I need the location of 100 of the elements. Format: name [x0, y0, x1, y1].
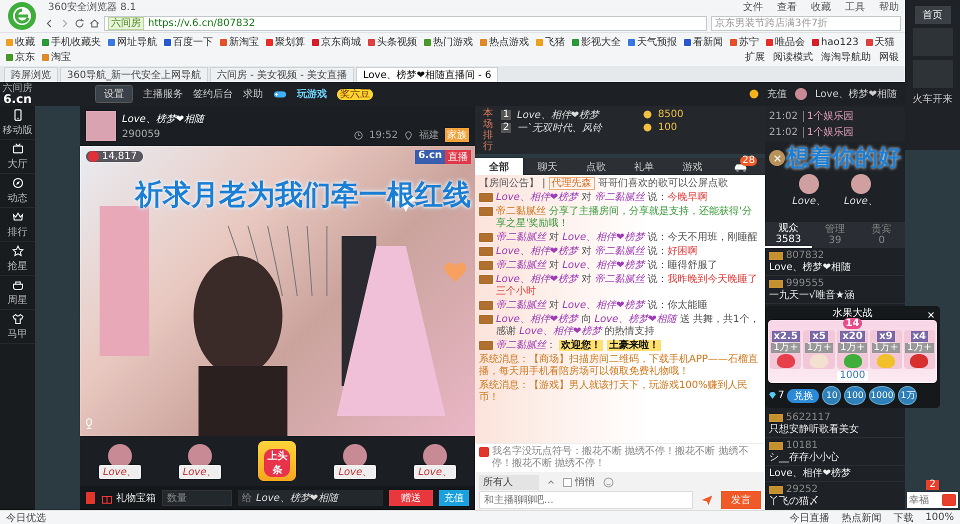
- header-link[interactable]: 签约后台: [193, 87, 233, 101]
- bookmark-item[interactable]: 京东商城: [312, 35, 361, 49]
- bet-slot[interactable]: x5 1万+: [803, 330, 835, 369]
- chip-button[interactable]: 100: [844, 386, 866, 405]
- browser-tab[interactable]: 360导航_新一代安全上网导航: [60, 67, 208, 82]
- sidebar-item[interactable]: 抢星: [0, 242, 35, 276]
- home-button[interactable]: 首页: [914, 6, 950, 24]
- menu-item[interactable]: 文件: [741, 0, 765, 14]
- toolbar-item[interactable]: 海淘导航助: [821, 50, 871, 64]
- sidebar-item[interactable]: 周星: [0, 276, 35, 310]
- bookmark-item[interactable]: 手机收藏夹: [42, 35, 101, 49]
- audience-user-name[interactable]: 丫飞の猫〆: [769, 496, 901, 507]
- send-gift-button[interactable]: 赠送: [389, 490, 433, 506]
- bet-slot[interactable]: x2.5 1万+: [770, 330, 802, 369]
- sidebar-item[interactable]: 排行: [0, 208, 35, 242]
- bookmark-item[interactable]: 看新闻: [684, 35, 723, 49]
- toolbar-item[interactable]: 网银: [879, 50, 899, 64]
- gift-box-button[interactable]: 礼物宝箱: [101, 491, 156, 505]
- bookmark-item[interactable]: 唯品会: [766, 35, 805, 49]
- user-name[interactable]: Love、榜梦❤相随: [815, 87, 897, 101]
- headline-button[interactable]: 上头条: [258, 441, 296, 481]
- site-logo[interactable]: 6.cn: [3, 94, 32, 104]
- menu-item[interactable]: 工具: [843, 0, 867, 14]
- bookmark-item[interactable]: 收藏: [6, 35, 35, 49]
- chip-button[interactable]: 10: [822, 386, 842, 405]
- audience-user-name[interactable]: 只想安静听歌看美女: [769, 424, 901, 435]
- viewer-count: 14,817: [86, 151, 143, 162]
- bookmark-item[interactable]: 聚划算: [266, 35, 305, 49]
- menu-item[interactable]: 查看: [775, 0, 799, 14]
- home-button[interactable]: [89, 18, 100, 28]
- audience-user-name[interactable]: Love、榜梦❤相随: [769, 262, 901, 273]
- bookmark-item[interactable]: 飞猪: [536, 35, 565, 49]
- audience-user-name[interactable]: 一九天一√唯音★涵: [769, 290, 901, 301]
- sidebar-item[interactable]: 移动版: [0, 106, 35, 140]
- zoom-level[interactable]: 100%: [925, 512, 954, 523]
- close-icon: [927, 311, 935, 319]
- chat-tab[interactable]: 全部: [475, 158, 524, 175]
- toolbar-item[interactable]: 阅读模式: [773, 50, 813, 64]
- bookmark-item[interactable]: 天猫: [866, 35, 895, 49]
- chip-button[interactable]: 1000: [868, 386, 896, 405]
- chat-tab[interactable]: 礼单: [620, 158, 668, 175]
- recharge-link[interactable]: 充值: [767, 87, 788, 101]
- chat-tab[interactable]: 点歌: [572, 158, 620, 175]
- menu-item[interactable]: 收藏: [809, 0, 833, 14]
- status-bar-item[interactable]: 今日直播: [789, 510, 830, 524]
- bookmark-item[interactable]: hao123: [812, 36, 859, 48]
- recipient-dropdown[interactable]: 所有人: [479, 474, 539, 490]
- avatar-circle[interactable]: [343, 444, 368, 468]
- audience-tab[interactable]: 管理 39: [812, 222, 858, 248]
- browser-tab[interactable]: 六间房 - 美女视频 - 美女直播: [210, 67, 354, 82]
- bookmark-item[interactable]: 天气预报: [628, 35, 677, 49]
- game-link[interactable]: 玩游戏: [297, 87, 327, 101]
- close-button[interactable]: [769, 150, 785, 166]
- recipient-select[interactable]: 给 Love、榜梦❤相随: [238, 490, 383, 506]
- avatar-circle[interactable]: [108, 444, 132, 468]
- bookmark-item[interactable]: 影视大全: [572, 35, 621, 49]
- quantity-field[interactable]: 数量: [162, 490, 232, 506]
- bookmark-item[interactable]: 京东: [6, 50, 35, 64]
- bookmark-item[interactable]: 苏宁: [730, 35, 759, 49]
- sidebar-item[interactable]: 马甲: [0, 310, 35, 344]
- exchange-button[interactable]: 兑换: [787, 388, 820, 402]
- bookmark-item[interactable]: 网址导航: [108, 35, 157, 49]
- address-field[interactable]: 六间房 https://v.6.cn/807832: [104, 16, 707, 30]
- header-link[interactable]: 求助: [243, 87, 263, 101]
- bookmark-item[interactable]: 热点游戏: [480, 35, 529, 49]
- daily-picks-link[interactable]: 今日优选: [6, 510, 46, 524]
- bet-slot[interactable]: x4 1万+: [904, 330, 936, 369]
- bookmark-item[interactable]: 新淘宝: [220, 35, 259, 49]
- bookmark-item[interactable]: 淘宝: [42, 50, 71, 64]
- browser-tab[interactable]: Love、榜梦❤相随直播间 - 6: [356, 67, 498, 82]
- bet-slot[interactable]: x9 1万+: [870, 330, 902, 369]
- header-link[interactable]: 主播服务: [143, 87, 183, 101]
- audience-tab[interactable]: 贵宾 0: [858, 222, 906, 248]
- browser-tab[interactable]: 跨屏浏览: [4, 67, 58, 82]
- avatar-circle[interactable]: [188, 444, 212, 468]
- chat-tab[interactable]: 聊天: [523, 158, 572, 175]
- audience-user-name[interactable]: Love、相伴❤榜梦: [769, 468, 901, 479]
- chip-button[interactable]: 1万: [898, 386, 918, 405]
- chat-tab[interactable]: 游戏: [668, 158, 717, 175]
- status-bar-item[interactable]: 下载: [893, 510, 914, 524]
- avatar-circle[interactable]: [423, 444, 448, 468]
- avatar-circle[interactable]: [799, 174, 820, 194]
- whisper-checkbox[interactable]: 悄悄: [563, 475, 595, 489]
- bookmark-item[interactable]: 头条视频: [368, 35, 417, 49]
- bookmark-item[interactable]: 百度一下: [164, 35, 213, 49]
- sidebar-item[interactable]: 大厅: [0, 140, 35, 174]
- sidebar-item[interactable]: 动态: [0, 174, 35, 208]
- bookmark-item[interactable]: 热门游戏: [424, 35, 473, 49]
- bet-slot[interactable]: x20 1万+: [836, 330, 868, 369]
- audience-user-name[interactable]: シ__存存小小心: [769, 452, 901, 463]
- settings-button[interactable]: 设置: [95, 85, 133, 103]
- toolbar-item[interactable]: 扩展: [745, 50, 765, 64]
- user-avatar[interactable]: [795, 88, 808, 100]
- messenger-widget[interactable]: 幸福: [907, 492, 958, 508]
- chat-input[interactable]: 和主播聊聊吧...: [479, 491, 693, 509]
- audience-tab[interactable]: 观众 3583: [765, 222, 812, 248]
- status-bar-item[interactable]: 热点新闻: [841, 510, 882, 524]
- menu-item[interactable]: 帮助: [877, 0, 901, 14]
- avatar-circle[interactable]: [850, 174, 871, 194]
- refresh-button[interactable]: [74, 18, 85, 28]
